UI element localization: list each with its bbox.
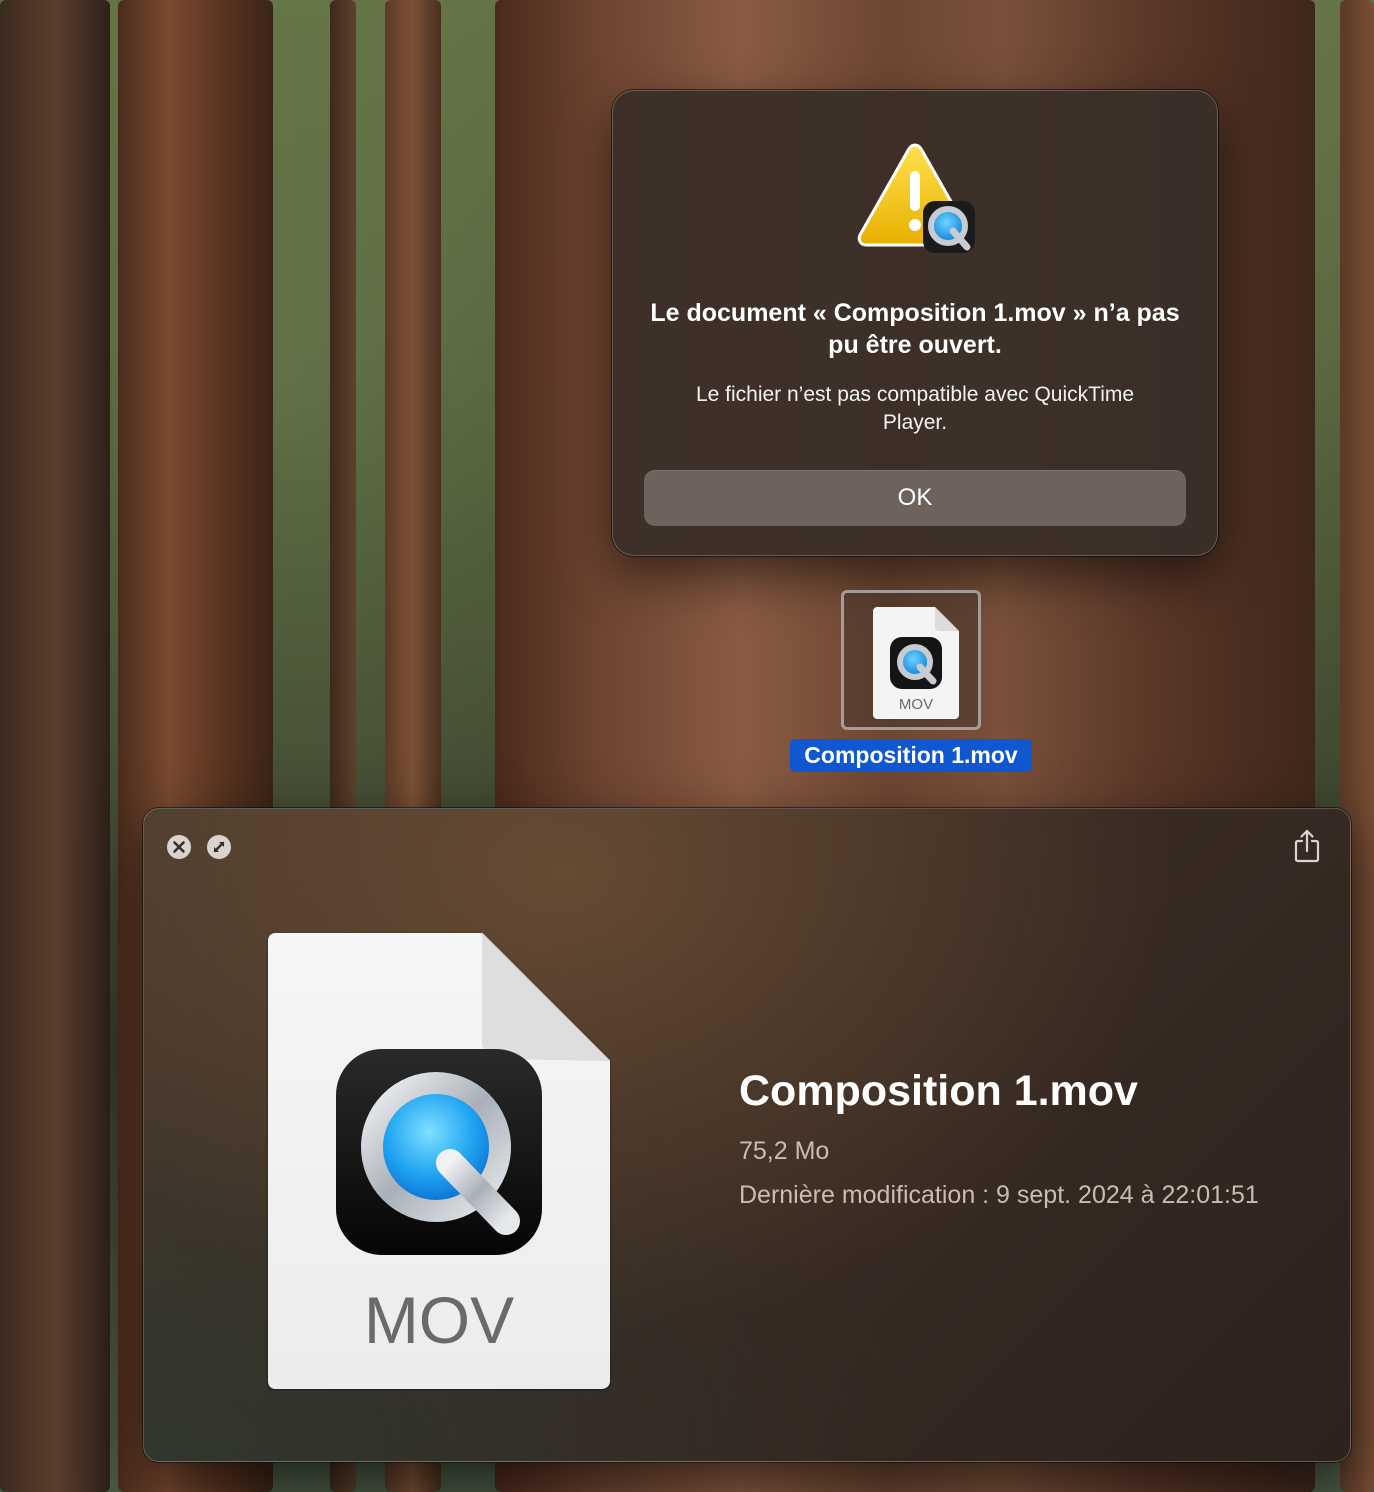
quicklook-modified-date: Dernière modification : 9 sept. 2024 à 2…: [739, 1181, 1259, 1209]
desktop-file-icon[interactable]: MOV Composition 1.mov: [790, 590, 1032, 772]
close-icon[interactable]: [166, 834, 192, 860]
desktop-file-type-badge: MOV: [899, 696, 933, 713]
share-icon[interactable]: [1292, 829, 1322, 863]
quicklook-file-type-badge: MOV: [364, 1283, 514, 1353]
desktop-file-icon-frame: MOV: [841, 590, 981, 730]
quicktime-document-icon: MOV: [873, 607, 959, 719]
alert-title: Le document « Composition 1.mov » n’a pa…: [650, 299, 1180, 359]
quicklook-panel: MOV Composition 1.mov 75,2 Mo Dernière m…: [143, 808, 1351, 1462]
tree-trunk: [0, 0, 110, 1492]
alert-dialog: Le document « Composition 1.mov » n’a pa…: [612, 90, 1218, 556]
caution-quicktime-icon: [857, 143, 975, 253]
fullscreen-icon[interactable]: [206, 834, 232, 860]
quicklook-filename: Composition 1.mov: [739, 1067, 1138, 1115]
ok-button[interactable]: OK: [644, 470, 1186, 526]
quicklook-document-preview: MOV: [266, 931, 612, 1391]
desktop-file-label[interactable]: Composition 1.mov: [790, 739, 1032, 772]
quicklook-file-type-badge-box: MOV: [364, 1283, 514, 1353]
alert-message: Le fichier n’est pas compatible avec Qui…: [695, 383, 1135, 434]
quicklook-file-size: 75,2 Mo: [739, 1137, 830, 1165]
